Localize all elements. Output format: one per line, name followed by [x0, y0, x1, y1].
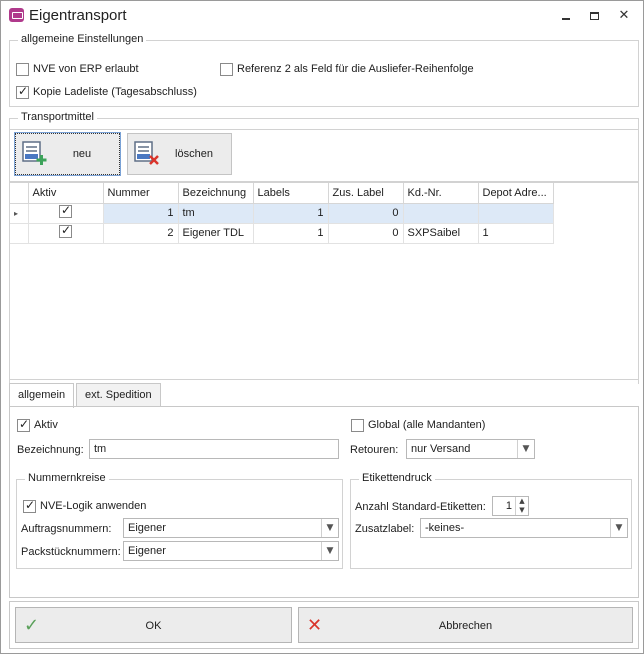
table-row[interactable]: 2 Eigener TDL 1 0 SXPSaibel 1	[10, 223, 554, 244]
minimize-icon	[562, 17, 570, 20]
anzahl-etiketten-label: Anzahl Standard-Etiketten:	[355, 501, 486, 513]
auftragsnummern-select[interactable]: Eigener ▼	[123, 518, 339, 538]
chevron-down-icon: ▼	[610, 519, 627, 537]
row-indicator-arrow: ▸	[10, 203, 29, 224]
zusatzlabel-value: -keines-	[425, 522, 465, 534]
tab-panel-allgemein: Aktiv Global (alle Mandanten) Bezeichnun…	[9, 406, 639, 598]
row-zus-label: 0	[328, 223, 404, 244]
tab-ext-spedition[interactable]: ext. Spedition	[76, 383, 161, 407]
chevron-down-icon: ▼	[321, 519, 338, 537]
delete-button[interactable]: löschen	[127, 133, 232, 175]
bezeichnung-label: Bezeichnung:	[17, 444, 84, 456]
row-indicator	[10, 223, 29, 244]
row-nummer: 2	[103, 223, 179, 244]
aktiv-label: Aktiv	[34, 419, 58, 431]
transport-title: Transportmittel	[18, 111, 97, 123]
retouren-value: nur Versand	[411, 443, 471, 455]
col-depot[interactable]: Depot Adre...	[478, 183, 554, 204]
cancel-button[interactable]: ✕ Abbrechen	[298, 607, 633, 643]
row-kd-nr: SXPSaibel	[403, 223, 479, 244]
zusatzlabel-select[interactable]: -keines- ▼	[420, 518, 628, 538]
global-label: Global (alle Mandanten)	[368, 419, 486, 431]
nve-erp-label: NVE von ERP erlaubt	[33, 63, 139, 75]
auftragsnummern-value: Eigener	[128, 522, 166, 534]
packstuecknummern-label: Packstücknummern:	[21, 546, 121, 558]
row-aktiv-checkbox[interactable]	[59, 203, 72, 218]
row-nummer: 1	[103, 203, 179, 224]
general-settings-title: allgemeine Einstellungen	[18, 33, 147, 45]
packstuecknummern-value: Eigener	[128, 545, 166, 557]
ok-button-label: OK	[145, 620, 162, 632]
row-depot: 1	[478, 223, 554, 244]
chevron-down-icon: ▼	[517, 440, 534, 458]
global-checkbox[interactable]	[351, 419, 364, 432]
col-labels[interactable]: Labels	[253, 183, 329, 204]
nummernkreise-group: Nummernkreise NVE-Logik anwenden Auftrag…	[16, 472, 343, 569]
nve-logik-label: NVE-Logik anwenden	[40, 500, 147, 512]
auftragsnummern-label: Auftragsnummern:	[21, 523, 112, 535]
new-button[interactable]: neu	[14, 132, 121, 176]
maximize-icon	[589, 11, 599, 20]
tab-allgemein[interactable]: allgemein	[9, 383, 75, 408]
row-bezeichnung: tm	[178, 203, 254, 224]
col-bezeichnung[interactable]: Bezeichnung	[178, 183, 254, 204]
row-aktiv-checkbox[interactable]	[59, 223, 72, 238]
row-zus-label: 0	[328, 203, 404, 224]
anzahl-etiketten-spinner[interactable]: 1 ▲ ▼	[492, 496, 529, 516]
transport-app-icon	[9, 8, 24, 22]
title-bar: Eigentransport ✕	[1, 1, 643, 29]
close-icon: ✕	[618, 7, 630, 22]
retouren-select[interactable]: nur Versand ▼	[406, 439, 535, 459]
row-kd-nr	[403, 203, 479, 224]
referenz-label: Referenz 2 als Feld für die Ausliefer-Re…	[237, 63, 474, 75]
kopie-ladeliste-checkbox[interactable]	[16, 84, 29, 99]
nve-logik-checkbox[interactable]	[23, 498, 36, 513]
zusatzlabel-label: Zusatzlabel:	[355, 523, 415, 535]
grid-header-row: Aktiv Nummer Bezeichnung Labels Zus. Lab…	[10, 183, 554, 204]
add-document-icon	[22, 141, 47, 165]
col-zus-label[interactable]: Zus. Label	[328, 183, 404, 204]
general-settings-group: allgemeine Einstellungen NVE von ERP erl…	[9, 33, 639, 107]
packstuecknummern-select[interactable]: Eigener ▼	[123, 541, 339, 561]
row-aktiv-cell[interactable]	[28, 203, 104, 224]
row-labels: 1	[253, 223, 329, 244]
new-button-label: neu	[72, 148, 92, 160]
transport-grid: Aktiv Nummer Bezeichnung Labels Zus. Lab…	[9, 182, 639, 380]
delete-button-label: löschen	[175, 148, 213, 160]
bezeichnung-input[interactable]: tm	[89, 439, 339, 459]
anzahl-etiketten-value: 1	[505, 500, 512, 512]
nummernkreise-title: Nummernkreise	[25, 472, 109, 484]
row-aktiv-cell[interactable]	[28, 223, 104, 244]
row-depot	[478, 203, 554, 224]
col-kd-nr[interactable]: Kd.-Nr.	[403, 183, 479, 204]
maximize-button[interactable]	[583, 5, 605, 25]
close-button[interactable]: ✕	[613, 5, 635, 25]
cancel-button-label: Abbrechen	[438, 620, 493, 632]
table-row[interactable]: ▸ 1 tm 1 0	[10, 203, 554, 224]
nve-erp-checkbox[interactable]	[16, 63, 29, 76]
etikettendruck-title: Etikettendruck	[359, 472, 435, 484]
delete-document-icon	[134, 141, 159, 165]
col-aktiv[interactable]: Aktiv	[28, 183, 104, 204]
referenz-checkbox[interactable]	[220, 63, 233, 76]
row-bezeichnung: Eigener TDL	[178, 223, 254, 244]
dialog-window: Eigentransport ✕ allgemeine Einstellunge…	[0, 0, 644, 654]
transport-toolbar: neu löschen	[9, 129, 639, 182]
ok-button[interactable]: ✓ OK	[15, 607, 292, 643]
minimize-button[interactable]	[555, 5, 577, 25]
spin-down-icon[interactable]: ▼	[515, 506, 528, 515]
aktiv-checkbox[interactable]	[17, 417, 30, 432]
col-nummer[interactable]: Nummer	[103, 183, 179, 204]
retouren-label: Retouren:	[350, 444, 399, 456]
spin-up-icon[interactable]: ▲	[515, 497, 528, 506]
row-indicator-header	[10, 183, 29, 204]
chevron-down-icon: ▼	[321, 542, 338, 560]
row-labels: 1	[253, 203, 329, 224]
dialog-footer: ✓ OK ✕ Abbrechen	[9, 601, 639, 649]
etikettendruck-group: Etikettendruck Anzahl Standard-Etiketten…	[350, 472, 632, 569]
kopie-ladeliste-label: Kopie Ladeliste (Tagesabschluss)	[33, 86, 197, 98]
window-title: Eigentransport	[29, 7, 127, 24]
